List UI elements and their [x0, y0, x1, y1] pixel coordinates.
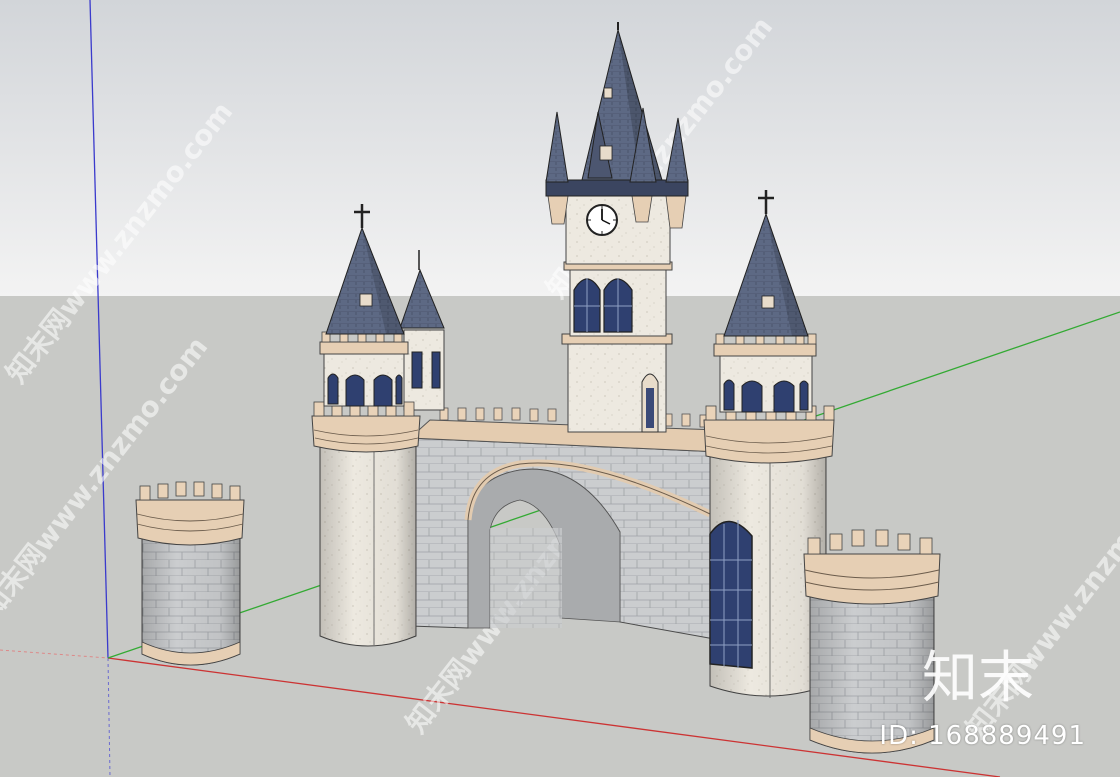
gate-bridge [408, 407, 721, 641]
front-left-turret [135, 481, 245, 666]
tower-door-window [709, 520, 753, 669]
watermark-logo: 知末 [922, 646, 1034, 707]
svg-text:知末: 知末 [922, 646, 1034, 707]
watermark-id: ID: 168889491 [879, 721, 1086, 751]
front-right-turret [803, 529, 941, 754]
clock-icon [586, 204, 618, 236]
